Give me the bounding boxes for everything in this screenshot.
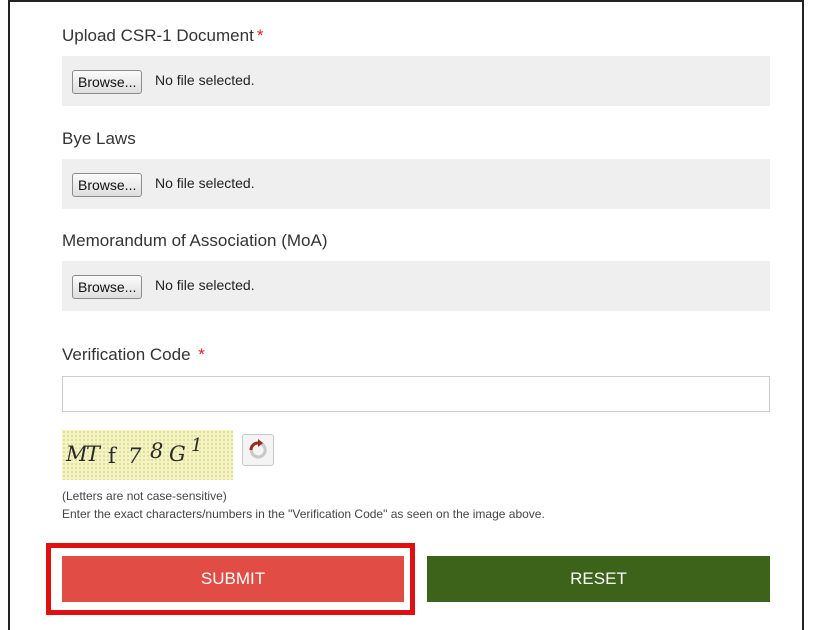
verification-instructions: Enter the exact characters/numbers in th…: [62, 507, 545, 521]
bye-laws-file-status: No file selected.: [155, 175, 255, 191]
csr-document-label: Upload CSR-1 Document *: [62, 26, 264, 45]
bye-laws-browse-button[interactable]: Browse...: [72, 173, 143, 197]
submit-button[interactable]: SUBMIT: [62, 556, 404, 602]
captcha-char: f: [108, 444, 116, 468]
moa-browse-button[interactable]: Browse...: [72, 275, 143, 299]
case-sensitivity-note: (Letters are not case-sensitive): [62, 489, 227, 503]
reset-button[interactable]: RESET: [427, 556, 770, 602]
bye-laws-file-input: Browse... No file selected.: [62, 159, 770, 209]
moa-file-status: No file selected.: [155, 277, 255, 293]
captcha-char: 1: [191, 435, 203, 456]
captcha-char: G: [169, 442, 186, 466]
csr-document-browse-button[interactable]: Browse...: [72, 70, 143, 94]
moa-label: Memorandum of Association (MoA): [62, 231, 328, 250]
verification-code-input[interactable]: [62, 376, 770, 412]
csr-document-file-status: No file selected.: [155, 72, 255, 88]
captcha-char: M: [66, 442, 88, 466]
refresh-arrow-icon: [249, 439, 267, 459]
moa-file-input: Browse... No file selected.: [62, 261, 770, 311]
required-mark: *: [256, 26, 264, 45]
captcha-char: 8: [150, 439, 164, 463]
refresh-captcha-button[interactable]: [242, 434, 274, 466]
bye-laws-label: Bye Laws: [62, 129, 136, 148]
captcha-image: M T f 7 8 G 1: [62, 430, 233, 480]
required-mark: *: [198, 345, 205, 364]
csr-document-file-input: Browse... No file selected.: [62, 56, 770, 106]
captcha-char: 7: [128, 444, 142, 468]
verification-code-label: Verification Code *: [62, 345, 205, 364]
captcha-char: T: [86, 442, 101, 466]
